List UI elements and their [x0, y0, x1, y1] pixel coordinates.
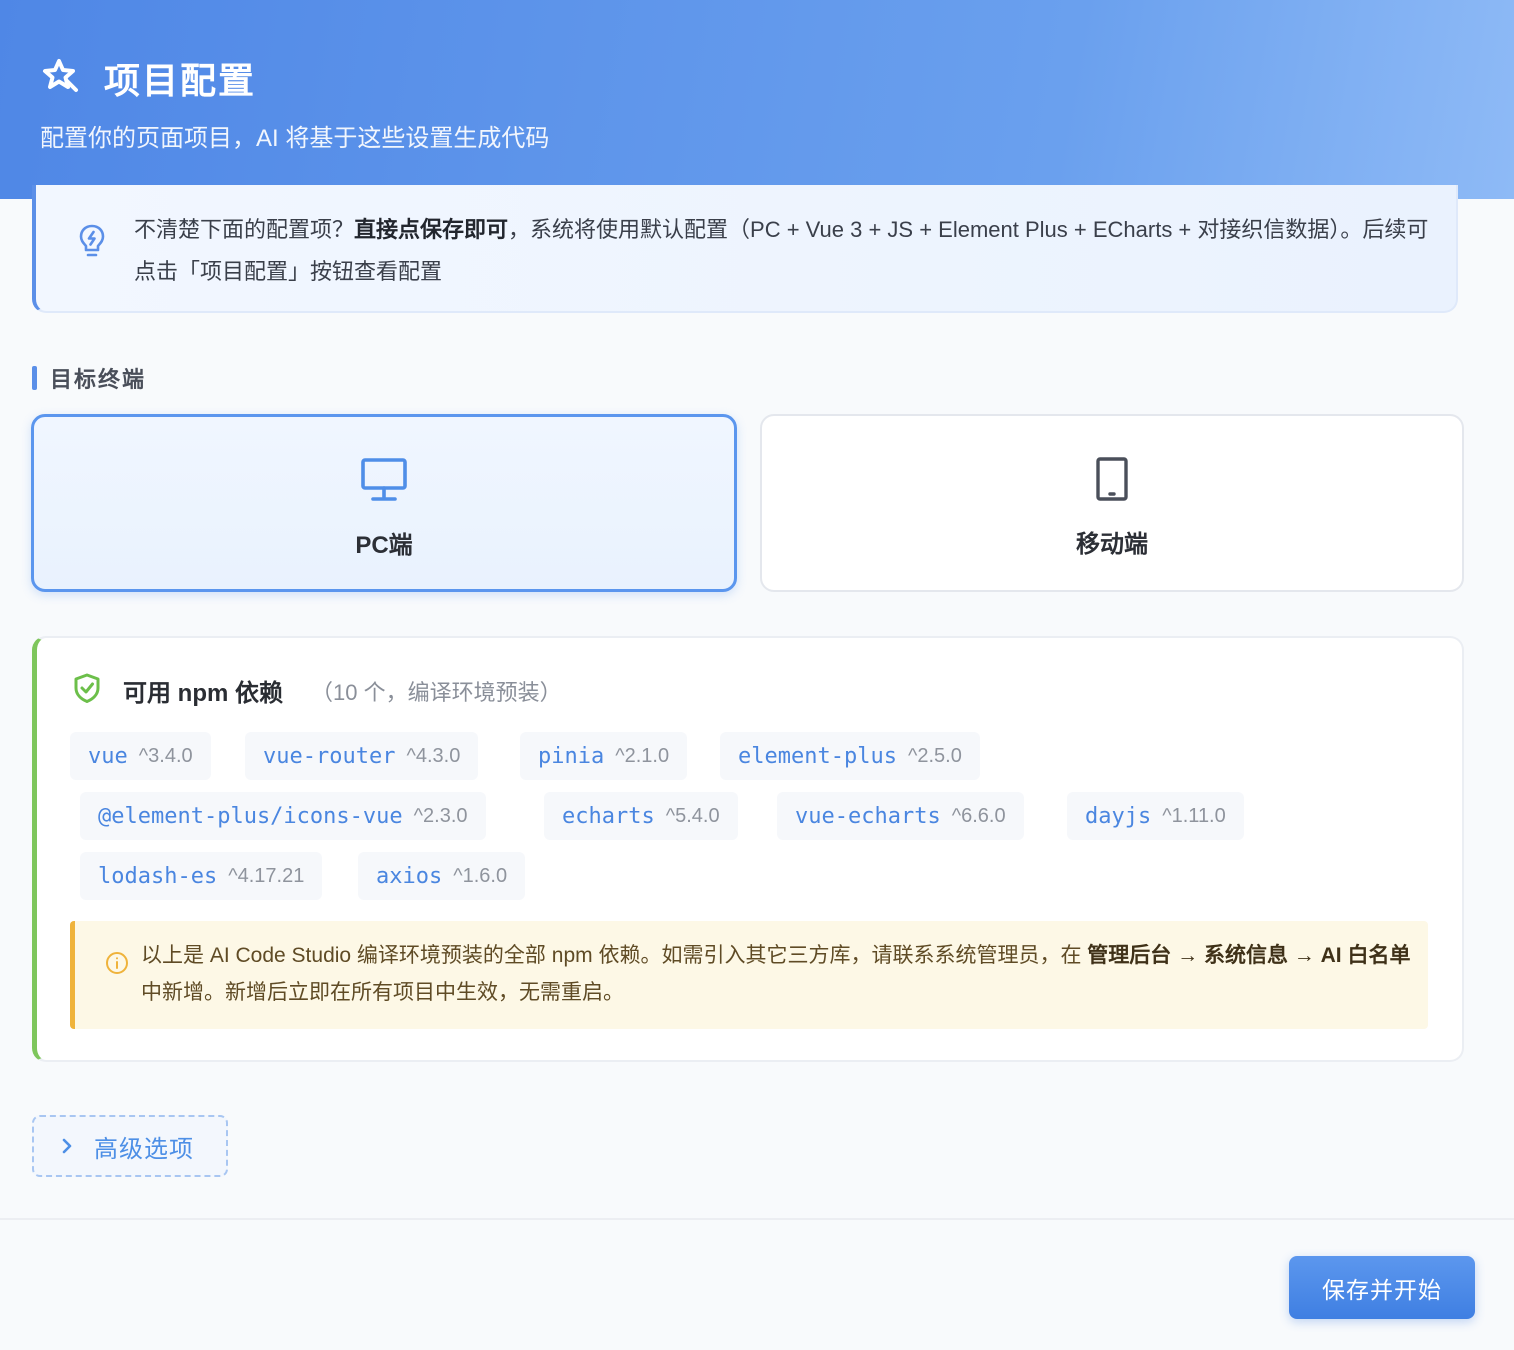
package-version: ^1.6.0 — [453, 864, 508, 887]
tip-text-emphasis: 直接点保存即可 — [354, 217, 509, 242]
npm-package-tag: vue ^3.4.0 — [70, 732, 211, 780]
package-version: ^4.3.0 — [406, 744, 461, 767]
package-version: ^5.4.0 — [665, 804, 720, 827]
package-name: axios — [376, 863, 443, 889]
page-title: 项目配置 — [104, 60, 257, 101]
npm-package-tag: @element-plus/icons-vue ^2.3.0 — [80, 792, 486, 840]
target-section-title: 目标终端 — [32, 362, 146, 394]
package-version: ^6.6.0 — [951, 804, 1006, 827]
npm-package-tag: axios ^1.6.0 — [358, 852, 526, 900]
mobile-phone-icon — [1094, 456, 1130, 507]
npm-package-tag: vue-echarts ^6.6.0 — [777, 792, 1024, 840]
npm-deps-title: 可用 npm 依赖 — [123, 680, 283, 707]
magic-sparkle-icon — [40, 56, 80, 101]
npm-package-tag: lodash-es ^4.17.21 — [80, 852, 323, 900]
section-accent-bar — [32, 366, 37, 390]
lightbulb-icon — [76, 223, 108, 264]
target-option-mobile-label: 移动端 — [1076, 531, 1148, 558]
package-name: element-plus — [738, 743, 897, 769]
package-name: echarts — [562, 803, 655, 829]
page-subtitle: 配置你的页面项目，AI 将基于这些设置生成代码 — [40, 125, 550, 152]
package-name: vue-echarts — [795, 803, 941, 829]
whitelist-notice: 以上是 AI Code Studio 编译环境预装的全部 npm 依赖。如需引入… — [70, 921, 1428, 1029]
notice-text-end: 中新增。新增后立即在所有项目中生效，无需重启。 — [141, 981, 624, 1004]
target-option-pc[interactable]: PC端 — [31, 414, 737, 592]
notice-path-emphasis: 管理后台 → 系统信息 → AI 白名单 — [1087, 944, 1411, 967]
header-title-row: 项目配置 — [40, 52, 256, 104]
package-version: ^2.1.0 — [615, 744, 670, 767]
default-config-tip: 不清楚下面的配置项？直接点保存即可，系统将使用默认配置（PC + Vue 3 +… — [32, 185, 1458, 313]
package-version: ^1.11.0 — [1162, 804, 1226, 827]
npm-deps-count: （10 个，编译环境预装） — [311, 679, 562, 705]
package-name: vue — [88, 743, 128, 769]
package-name: vue-router — [263, 743, 396, 769]
npm-package-tag: echarts ^5.4.0 — [544, 792, 738, 840]
whitelist-notice-text: 以上是 AI Code Studio 编译环境预装的全部 npm 依赖。如需引入… — [141, 937, 1413, 1011]
tip-text: 不清楚下面的配置项？直接点保存即可，系统将使用默认配置（PC + Vue 3 +… — [134, 209, 1434, 293]
chevron-right-icon — [60, 1136, 74, 1156]
footer-divider — [0, 1218, 1514, 1220]
package-name: pinia — [538, 743, 605, 769]
advanced-options-toggle[interactable]: 高级选项 — [32, 1115, 228, 1177]
package-name: dayjs — [1085, 803, 1152, 829]
target-option-pc-label: PC端 — [355, 532, 413, 559]
notice-text-start: 以上是 AI Code Studio 编译环境预装的全部 npm 依赖。如需引入… — [141, 944, 1088, 967]
page-header: 项目配置 配置你的页面项目，AI 将基于这些设置生成代码 — [0, 0, 1514, 199]
package-name: lodash-es — [98, 863, 218, 889]
npm-deps-card: 可用 npm 依赖 （10 个，编译环境预装） vue ^3.4.0 vue-ro… — [32, 636, 1464, 1062]
npm-deps-header: 可用 npm 依赖 （10 个，编译环境预装） — [73, 672, 562, 709]
monitor-icon — [360, 457, 408, 508]
package-version: ^2.5.0 — [907, 744, 962, 767]
npm-package-tag: dayjs ^1.11.0 — [1067, 792, 1244, 840]
target-section-label: 目标终端 — [50, 367, 147, 392]
save-and-start-button[interactable]: 保存并开始 — [1289, 1256, 1475, 1319]
advanced-options-label: 高级选项 — [94, 1135, 194, 1163]
package-version: ^3.4.0 — [138, 744, 193, 767]
shield-check-icon — [73, 672, 101, 709]
tip-text-start: 不清楚下面的配置项？ — [134, 217, 355, 242]
package-name: @element-plus/icons-vue — [98, 803, 403, 829]
info-circle-icon — [105, 951, 129, 980]
npm-package-tag: element-plus ^2.5.0 — [720, 732, 980, 780]
npm-package-tag: pinia ^2.1.0 — [520, 732, 688, 780]
target-option-mobile[interactable]: 移动端 — [760, 414, 1464, 592]
npm-package-tag: vue-router ^4.3.0 — [245, 732, 479, 780]
package-version: ^2.3.0 — [413, 804, 468, 827]
package-version: ^4.17.21 — [228, 864, 305, 887]
